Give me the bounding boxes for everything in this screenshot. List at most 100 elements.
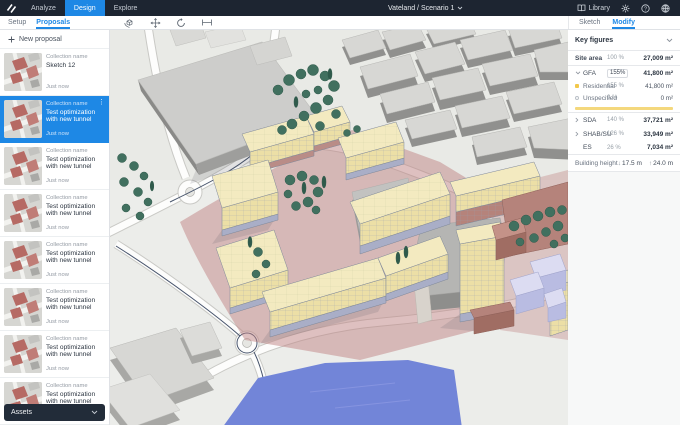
proposal-title: Test optimization with new tunnel: [46, 250, 105, 266]
tab-setup[interactable]: Setup: [8, 16, 26, 29]
measure-icon[interactable]: [201, 18, 213, 27]
proposal-card[interactable]: Collection name Sketch 12 Just now ⋮: [0, 49, 109, 96]
library-button[interactable]: Library: [577, 4, 610, 12]
gfa-value: 41,800 m²: [633, 70, 673, 77]
row-shab-su[interactable]: SHAB/SU 126 % 33,949 m²: [568, 127, 680, 141]
proposal-card[interactable]: Collection name Test optimization with n…: [0, 331, 109, 378]
proposal-card[interactable]: Collection name Test optimization with n…: [0, 237, 109, 284]
proposal-title: Test optimization with new tunnel: [46, 156, 105, 172]
tab-sketch[interactable]: Sketch: [579, 16, 600, 29]
library-label: Library: [589, 5, 610, 12]
proposal-thumbnail: [4, 53, 42, 91]
chevron-down-icon: [575, 71, 581, 75]
row-residential: Residential 155 % 41,800 m²: [568, 80, 680, 92]
chevron-right-icon: [575, 131, 579, 137]
proposal-card[interactable]: Collection name Test optimization with n…: [0, 96, 109, 143]
map-viewport[interactable]: [110, 30, 568, 425]
unspecified-ring-icon: [575, 96, 579, 100]
app-logo[interactable]: [0, 0, 22, 16]
nav-tab-analyze[interactable]: Analyze: [22, 0, 65, 16]
gfa-label: GFA: [583, 70, 607, 77]
proposal-card[interactable]: Collection name Test optimization with n…: [0, 284, 109, 331]
new-proposal-label: New proposal: [19, 36, 62, 43]
proposal-collection: Collection name: [46, 148, 105, 154]
residential-percent: 155 %: [607, 83, 633, 89]
orbit-icon[interactable]: [124, 18, 135, 28]
proposal-time: Just now: [46, 178, 105, 185]
panel-empty-area: [568, 172, 680, 425]
es-label: ES: [583, 144, 607, 151]
rotate-icon[interactable]: [176, 18, 186, 28]
proposal-collection: Collection name: [46, 54, 105, 60]
proposal-thumbnail: [4, 100, 42, 138]
key-figures-header[interactable]: Key figures: [568, 30, 680, 50]
residential-label: Residential: [583, 83, 607, 90]
site-area-value: 27,009 m²: [633, 55, 673, 62]
assets-bar[interactable]: Assets: [4, 404, 105, 421]
proposal-card[interactable]: Collection name Test optimization with n…: [0, 143, 109, 190]
chevron-down-icon: [666, 38, 673, 43]
new-proposal-button[interactable]: New proposal: [0, 30, 109, 49]
building-height-min[interactable]: ↓17.5 m: [618, 160, 642, 167]
sda-label: SDA: [583, 117, 607, 124]
settings-button[interactable]: [621, 4, 630, 13]
language-button[interactable]: [661, 4, 670, 13]
proposal-card[interactable]: Collection name Test optimization with n…: [0, 190, 109, 237]
row-gfa[interactable]: GFA 155% 41,800 m²: [568, 66, 680, 80]
chevron-right-icon: [575, 117, 579, 123]
row-building-height: Building height ↓17.5 m ↑24.0 m: [568, 155, 680, 171]
project-title[interactable]: Vateland / Scenario 1: [388, 0, 463, 16]
assets-label: Assets: [11, 409, 32, 416]
gfa-percent-input[interactable]: 155%: [607, 69, 628, 78]
proposal-collection: Collection name: [46, 101, 105, 107]
arrow-down-icon: ↓: [618, 160, 621, 167]
building-height-max[interactable]: ↑24.0 m: [649, 160, 673, 167]
map-canvas[interactable]: [110, 30, 568, 425]
tab-proposals[interactable]: Proposals: [36, 16, 70, 29]
sub-nav: Setup Proposals Sketch Modify: [0, 16, 680, 30]
globe-icon: [661, 4, 670, 13]
gfa-distribution-bar: [568, 104, 680, 112]
building-height-label: Building height: [575, 160, 618, 167]
app-logo-icon: [6, 3, 17, 14]
proposal-time: Just now: [46, 84, 105, 91]
proposal-time: Just now: [46, 131, 105, 138]
proposal-collection: Collection name: [46, 336, 105, 342]
plus-icon: [8, 36, 15, 43]
es-value: 7,034 m²: [633, 144, 673, 151]
svg-text:?: ?: [644, 6, 647, 12]
proposal-list: Collection name Sketch 12 Just now ⋮ Col…: [0, 49, 109, 425]
nav-tab-design[interactable]: Design: [65, 0, 105, 16]
help-icon: ?: [641, 4, 650, 13]
es-percent: 26 %: [607, 145, 633, 151]
tab-modify[interactable]: Modify: [612, 16, 635, 29]
kebab-menu-icon[interactable]: ⋮: [98, 99, 105, 106]
proposal-title: Test optimization with new tunnel: [46, 203, 105, 219]
proposal-collection: Collection name: [46, 195, 105, 201]
shab-su-label: SHAB/SU: [583, 131, 607, 138]
library-icon: [577, 4, 586, 12]
key-figures-panel: Key figures Site area 100 % 27,009 m² GF…: [568, 30, 680, 425]
chevron-down-icon: [457, 6, 463, 10]
proposal-collection: Collection name: [46, 242, 105, 248]
proposal-title: Test optimization with new tunnel: [46, 344, 105, 360]
proposal-title: Test optimization with new tunnel: [46, 109, 105, 125]
shab-su-value: 33,949 m²: [633, 131, 673, 138]
unspecified-label: Unspecified: [583, 95, 607, 102]
pan-icon[interactable]: [150, 18, 161, 28]
shab-su-percent: 126 %: [607, 131, 633, 137]
help-button[interactable]: ?: [641, 4, 650, 13]
residential-dot-icon: [575, 84, 579, 88]
row-es: ES 26 % 7,034 m²: [568, 141, 680, 154]
project-title-text: Vateland / Scenario 1: [388, 5, 454, 12]
site-area-label: Site area: [575, 55, 607, 62]
nav-tab-explore[interactable]: Explore: [105, 0, 147, 16]
proposal-title: Sketch 12: [46, 62, 105, 70]
proposal-time: Just now: [46, 366, 105, 373]
row-unspecified: Unspecified 0 % 0 m²: [568, 92, 680, 104]
proposal-thumbnail: [4, 194, 42, 232]
row-sda[interactable]: SDA 140 % 37,721 m²: [568, 113, 680, 127]
chevron-down-icon: [91, 410, 98, 415]
unspecified-percent: 0 %: [607, 95, 633, 101]
site-area-percent: 100 %: [607, 55, 633, 61]
